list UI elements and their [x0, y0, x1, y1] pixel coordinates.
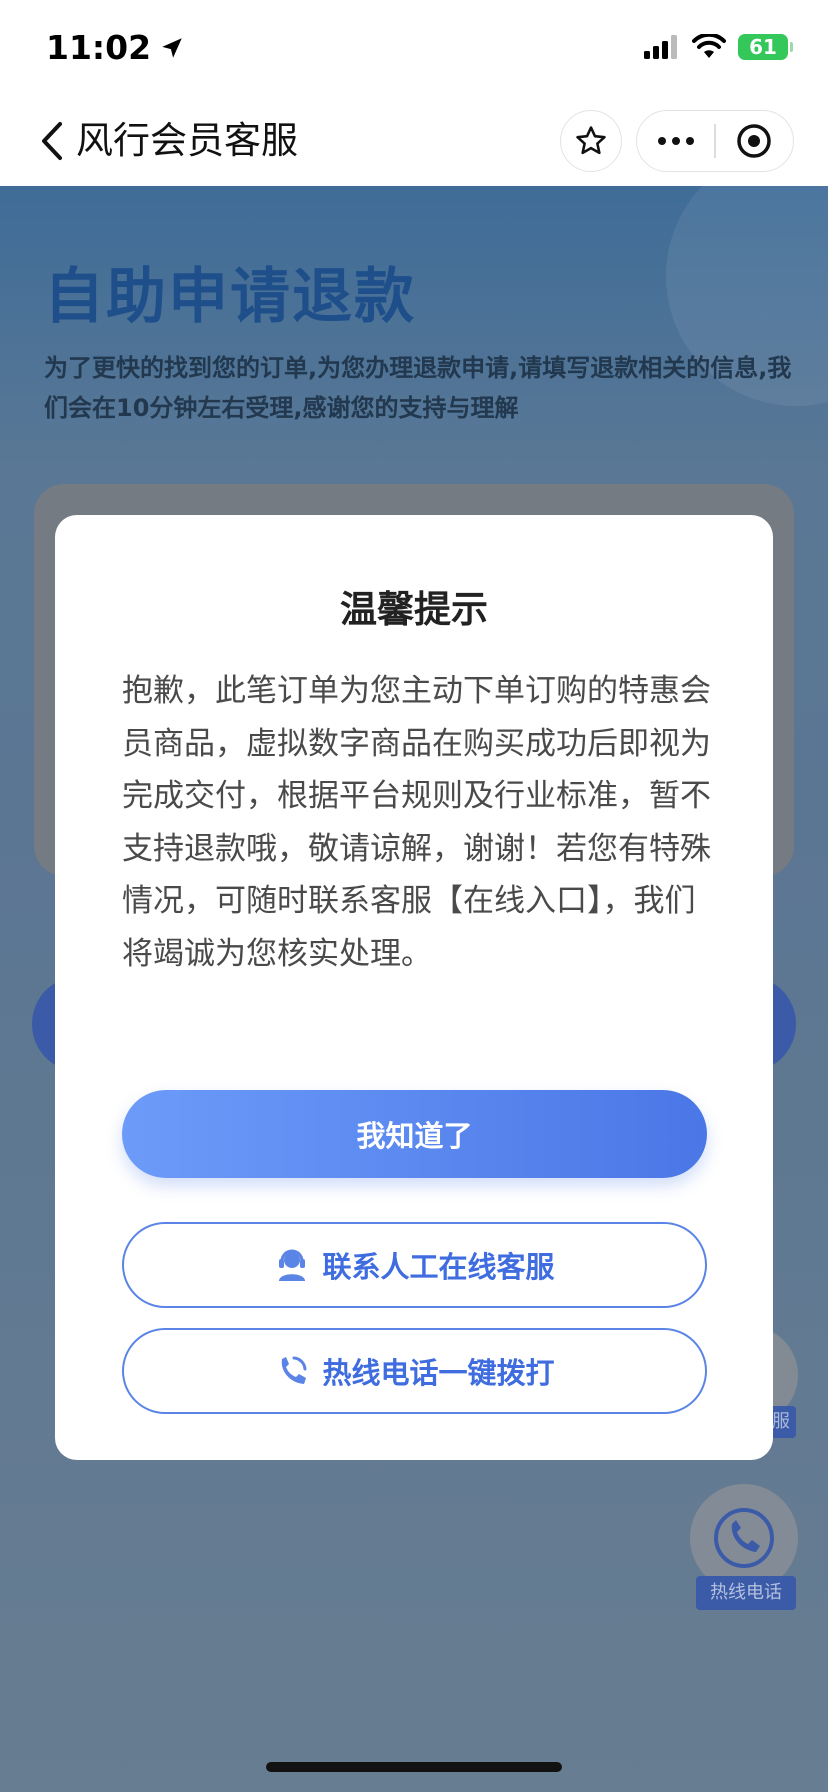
- back-button[interactable]: [36, 116, 76, 166]
- close-target-icon: [737, 124, 772, 158]
- back-arrow-icon: [42, 122, 62, 160]
- confirm-button-label: 我知道了: [356, 1119, 473, 1153]
- battery-level: 61: [749, 35, 777, 59]
- phone-icon: [714, 1508, 774, 1568]
- nav-title: 风行会员客服: [76, 119, 298, 162]
- more-button[interactable]: [637, 110, 714, 172]
- more-icon: [657, 137, 694, 145]
- notice-modal: 温馨提示 抱歉，此笔订单为您主动下单订购的特惠会员商品，虚拟数字商品在购买成功后…: [55, 515, 773, 1460]
- modal-title: 温馨提示: [340, 588, 488, 631]
- status-time: 11:02: [46, 28, 185, 67]
- nav-bar: 风行会员客服: [0, 96, 828, 186]
- wifi-icon: [692, 34, 726, 58]
- page-heading: 自助申请退款: [44, 262, 416, 332]
- mini-program-capsule: [636, 110, 794, 172]
- customer-service-icon: [279, 1249, 306, 1281]
- online-service-label: 联系人工在线客服: [322, 1250, 555, 1284]
- home-indicator: [266, 1762, 562, 1772]
- location-arrow-icon: [162, 37, 182, 58]
- page-description: 为了更快的找到您的订单,为您办理退款申请,请填写退款相关的信息,我们会在10分钟…: [44, 354, 792, 422]
- hotline-call-button[interactable]: 热线电话一键拨打: [122, 1328, 707, 1414]
- status-bar: 11:02 61: [0, 0, 828, 96]
- time-text: 11:02: [46, 28, 152, 67]
- favorite-button[interactable]: [560, 110, 622, 172]
- signal-icon: [644, 35, 677, 59]
- hotline-call-label: 热线电话一键拨打: [322, 1356, 555, 1390]
- battery-icon: 61: [738, 34, 793, 60]
- phone-icon: [282, 1356, 307, 1384]
- online-service-button[interactable]: 联系人工在线客服: [122, 1222, 707, 1308]
- confirm-button[interactable]: 我知道了: [122, 1090, 707, 1178]
- close-button[interactable]: [716, 110, 793, 172]
- status-icons: 61: [644, 34, 793, 60]
- modal-body: 抱歉，此笔订单为您主动下单订购的特惠会员商品，虚拟数字商品在购买成功后即视为完成…: [122, 673, 711, 972]
- star-icon: [576, 126, 606, 155]
- floating-hotline-label: 热线电话: [696, 1576, 796, 1610]
